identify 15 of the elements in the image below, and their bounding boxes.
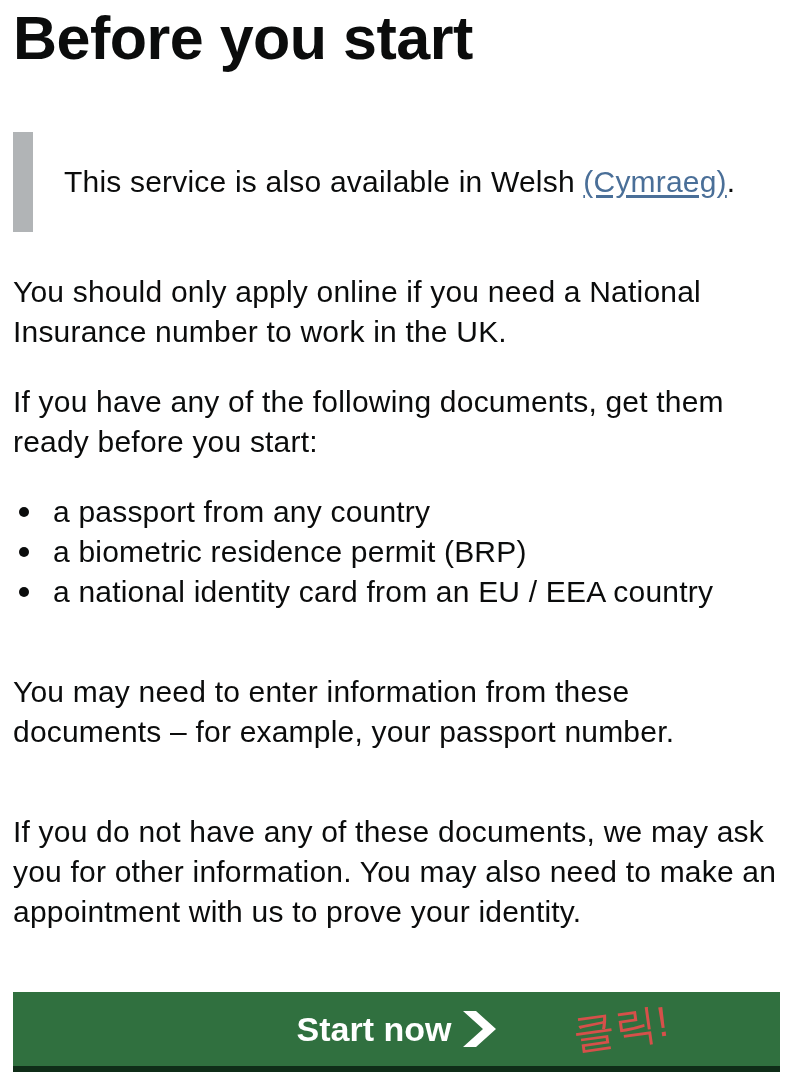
bullet-icon: [19, 587, 29, 597]
chevron-right-icon: [463, 1011, 497, 1047]
body-paragraph: If you have any of the following documents, get them ready before you start:: [13, 384, 725, 460]
body-paragraph: If you do not have any of these documents, we may ask you for other information. You may also need to make an appointment with us to prove your identity.: [13, 814, 778, 930]
welsh-language-link[interactable]: (Cymraeg): [583, 165, 727, 198]
inset-text: This service is also available in Welsh (Cymraeg).: [64, 164, 736, 200]
document-list-item: a biometric residence permit (BRP): [53, 534, 527, 570]
page-heading: Before you start: [13, 3, 473, 74]
body-paragraph: You may need to enter information from these documents – for example, your passport number.: [13, 674, 676, 750]
document-list-item: a national identity card from an EU / EEA country: [53, 574, 714, 610]
bullet-icon: [19, 547, 29, 557]
handwritten-note: 클릭!: [569, 996, 673, 1060]
body-paragraph: You should only apply online if you need a National Insurance number to work in the UK.: [13, 274, 702, 350]
document-list-item: a passport from any country: [53, 494, 431, 530]
bullet-icon: [19, 507, 29, 517]
